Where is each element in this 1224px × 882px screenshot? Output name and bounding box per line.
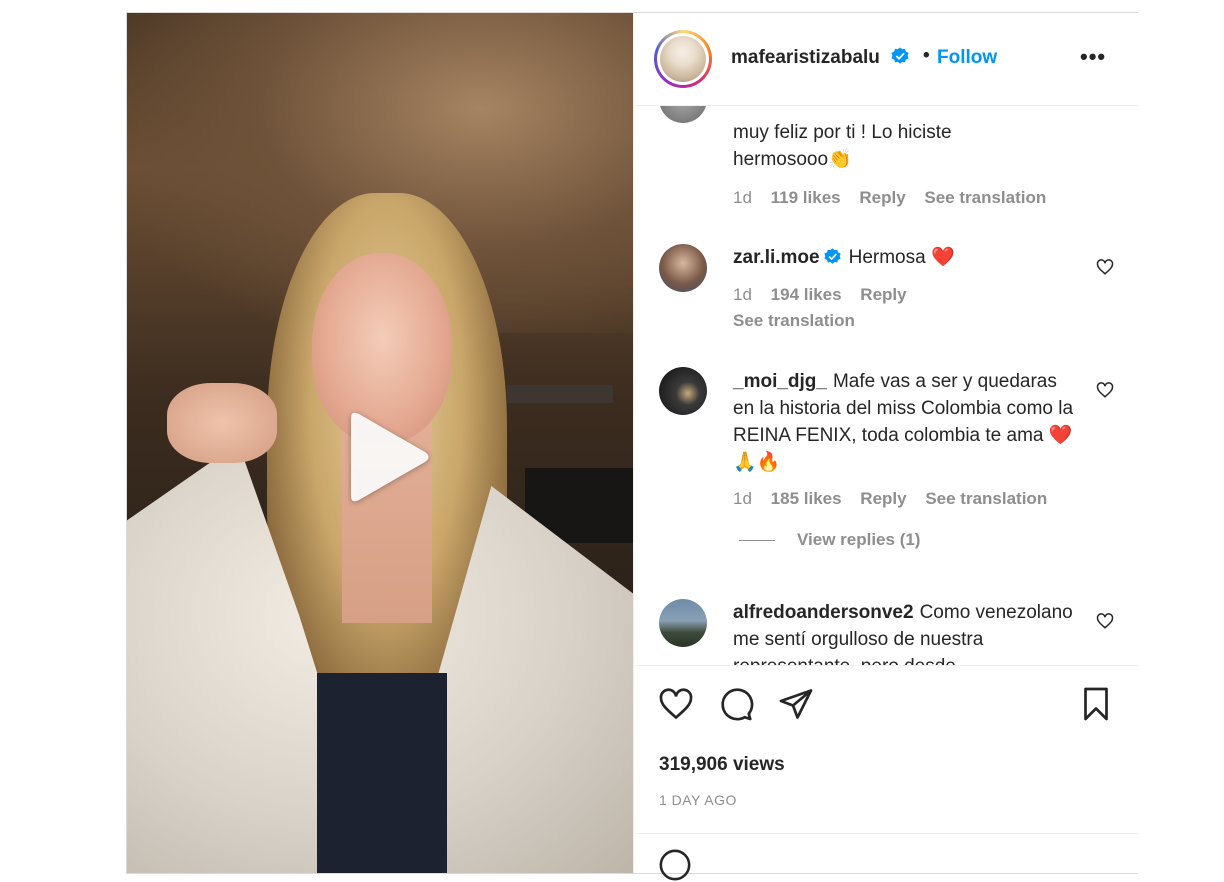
comment-likes[interactable]: 119 likes: [771, 188, 841, 207]
comment-meta: 1d 119 likes Reply See translation: [733, 188, 1060, 208]
heart-icon[interactable]: [658, 686, 694, 722]
view-replies-divider: [739, 540, 775, 542]
post-timestamp: 1 DAY AGO: [659, 792, 737, 808]
comments-list[interactable]: muy feliz por ti ! Lo hiciste hermosooo👏…: [634, 105, 1138, 665]
heart-emoji: ❤️: [930, 246, 955, 268]
see-translation-button[interactable]: See translation: [733, 311, 855, 330]
comment-body: Hermosa: [848, 247, 926, 268]
bookmark-icon[interactable]: [1078, 686, 1114, 722]
comment-time: 1d: [733, 285, 752, 304]
video-scene-vent: [507, 385, 613, 403]
comment-meta: 1d 194 likes Reply: [733, 285, 921, 305]
comment-likes[interactable]: 194 likes: [771, 285, 842, 304]
post-container: mafearistizabalu • Follow ••• muy feliz …: [126, 12, 1138, 881]
author-username-text[interactable]: mafearistizabalu: [731, 47, 880, 68]
view-replies-button[interactable]: View replies (1): [739, 530, 920, 550]
commenter-username[interactable]: _moi_djg_: [733, 371, 827, 392]
avatar[interactable]: [654, 30, 712, 88]
more-icon[interactable]: •••: [1080, 46, 1106, 68]
like-comment-heart-icon[interactable]: [1096, 612, 1114, 630]
follow-button[interactable]: Follow: [937, 47, 997, 69]
comment-time: 1d: [733, 188, 752, 207]
verified-icon: [824, 248, 841, 264]
reply-button[interactable]: Reply: [860, 285, 906, 304]
view-replies-label[interactable]: View replies (1): [797, 530, 920, 549]
commenter-avatar[interactable]: [659, 367, 707, 415]
commenter-username[interactable]: alfredoandersonve2: [733, 602, 914, 623]
see-translation-button[interactable]: See translation: [924, 188, 1046, 207]
views-count[interactable]: 319,906 views: [659, 754, 785, 776]
comment-meta: 1d 185 likes Reply See translation: [733, 489, 1061, 509]
comment-time: 1d: [733, 489, 752, 508]
header-separator: •: [923, 45, 930, 66]
comment-text: alfredoandersonve2 Como venezolano me sen…: [733, 599, 1083, 665]
verified-icon: [891, 47, 909, 64]
post-side-panel: mafearistizabalu • Follow ••• muy feliz …: [633, 13, 1138, 881]
like-comment-heart-icon[interactable]: [1096, 381, 1114, 399]
reply-button[interactable]: Reply: [859, 188, 905, 207]
comment-icon[interactable]: [718, 686, 754, 722]
comment-meta: See translation: [733, 311, 869, 331]
post-header: mafearistizabalu • Follow •••: [634, 13, 1138, 106]
profile-picture: [660, 36, 706, 82]
video-scene-top: [317, 673, 447, 873]
author-username[interactable]: mafearistizabalu: [731, 47, 909, 69]
clap-emoji: 👏: [828, 148, 852, 170]
see-translation-button[interactable]: See translation: [925, 489, 1047, 508]
action-bar: 319,906 views 1 DAY AGO: [634, 665, 1138, 836]
commenter-username[interactable]: zar.li.moe: [733, 247, 820, 268]
emoji-icon[interactable]: [658, 848, 692, 882]
commenter-avatar[interactable]: [659, 244, 707, 292]
video-player[interactable]: [127, 13, 633, 873]
comment-likes[interactable]: 185 likes: [771, 489, 842, 508]
video-scene-hand: [167, 383, 277, 463]
comment-text: zar.li.moe Hermosa ❤️: [733, 244, 1083, 271]
play-icon: [351, 412, 429, 502]
commenter-avatar[interactable]: [659, 599, 707, 647]
reply-button[interactable]: Reply: [860, 489, 906, 508]
comment-text: muy feliz por ti ! Lo hiciste hermosooo👏: [733, 119, 1023, 173]
add-comment-area[interactable]: [634, 833, 1138, 881]
like-comment-heart-icon[interactable]: [1096, 258, 1114, 276]
comment-text: _moi_djg_ Mafe vas a ser y quedaras en la…: [733, 368, 1083, 476]
share-icon[interactable]: [778, 686, 814, 722]
commenter-avatar[interactable]: [659, 105, 707, 123]
play-button[interactable]: [339, 410, 433, 504]
